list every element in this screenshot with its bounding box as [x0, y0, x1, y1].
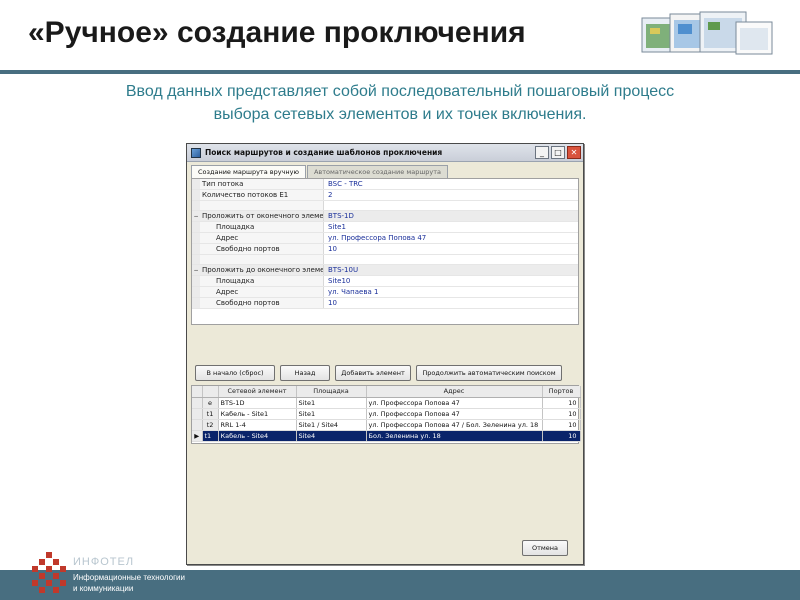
- property-value[interactable]: BTS-1D: [324, 211, 578, 221]
- column-header[interactable]: Адрес: [366, 386, 543, 398]
- property-row-from-free-ports[interactable]: Свободно портов 10: [192, 244, 578, 255]
- continue-auto-search-button[interactable]: Продолжить автоматическим поиском: [416, 365, 562, 381]
- property-row-from-address[interactable]: Адрес ул. Профессора Попова 47: [192, 233, 578, 244]
- screenshots-thumbnail-icon: [641, 11, 773, 55]
- property-row-from-site[interactable]: Площадка Site1: [192, 222, 578, 233]
- property-label: Площадка: [200, 222, 324, 232]
- column-header[interactable]: Портов: [542, 386, 581, 398]
- table-row[interactable]: t1 Кабель - Site1 Site1 ул. Профессора П…: [192, 408, 581, 420]
- cell-element[interactable]: Кабель - Site1: [218, 408, 297, 420]
- brand-tagline: Информационные технологии и коммуникации: [73, 573, 185, 593]
- add-element-button[interactable]: Добавить элемент: [335, 365, 411, 381]
- property-label: Количество потоков E1: [200, 190, 324, 200]
- action-buttons: В начало (сброс) Назад Добавить элемент …: [195, 365, 583, 381]
- slide-title: «Ручное» создание проключения: [28, 16, 526, 49]
- cell-element[interactable]: Кабель - Site4: [218, 430, 297, 442]
- property-label: Адрес: [200, 233, 324, 243]
- brand-name: ИНФОТЕЛ: [73, 556, 135, 568]
- properties-panel: Тип потока BSC - TRC Количество потоков …: [191, 178, 579, 325]
- property-value[interactable]: Site1: [324, 222, 578, 232]
- route-elements-table: Сетевой элемент Площадка Адрес Портов e …: [191, 385, 581, 444]
- back-button[interactable]: Назад: [280, 365, 330, 381]
- property-group-from[interactable]: − Проложить от оконечного элемент BTS-1D: [192, 211, 578, 222]
- tab-auto-route[interactable]: Автоматическое создание маршрута: [306, 165, 449, 178]
- cell-address[interactable]: ул. Профессора Попова 47: [366, 397, 543, 409]
- property-value[interactable]: ул. Чапаева 1: [324, 287, 578, 297]
- property-label: Проложить до оконечного элемент: [200, 265, 324, 275]
- cell-site[interactable]: Site1: [296, 408, 367, 420]
- row-type: t2: [202, 419, 219, 431]
- table-row[interactable]: e BTS-1D Site1 ул. Профессора Попова 47 …: [192, 397, 581, 409]
- cell-site[interactable]: Site1: [296, 397, 367, 409]
- cell-site[interactable]: Site1 / Site4: [296, 419, 367, 431]
- cell-ports[interactable]: 10: [542, 430, 581, 442]
- cell-address[interactable]: ул. Профессора Попова 47: [366, 408, 543, 420]
- row-type: t1: [202, 430, 219, 442]
- row-marker: [192, 397, 203, 409]
- slide-subtitle: Ввод данных представляет собой последова…: [40, 80, 760, 126]
- row-type: t1: [202, 408, 219, 420]
- property-label: Тип потока: [200, 179, 324, 189]
- property-value[interactable]: BSC - TRC: [324, 179, 578, 189]
- property-row-to-free-ports[interactable]: Свободно портов 10: [192, 298, 578, 309]
- cell-site[interactable]: Site4: [296, 430, 367, 442]
- table-header-row: Сетевой элемент Площадка Адрес Портов: [192, 386, 581, 398]
- dialog-tabs: Создание маршрута вручную Автоматическое…: [191, 165, 583, 178]
- row-type: e: [202, 397, 219, 409]
- cell-address[interactable]: Бол. Зеленина ул. 18: [366, 430, 543, 442]
- close-button[interactable]: ✕: [567, 146, 581, 159]
- property-row-stream-type[interactable]: Тип потока BSC - TRC: [192, 179, 578, 190]
- app-icon: [191, 147, 201, 158]
- collapse-toggle-icon[interactable]: −: [192, 265, 200, 275]
- column-header[interactable]: Площадка: [296, 386, 367, 398]
- property-value[interactable]: Site10: [324, 276, 578, 286]
- property-label: Адрес: [200, 287, 324, 297]
- table-row[interactable]: t2 RRL 1-4 Site1 / Site4 ул. Профессора …: [192, 419, 581, 431]
- property-value[interactable]: 10: [324, 244, 578, 254]
- property-value[interactable]: 2: [324, 190, 578, 200]
- property-label: Свободно портов: [200, 244, 324, 254]
- property-row-stream-count[interactable]: Количество потоков E1 2: [192, 190, 578, 201]
- property-row-to-address[interactable]: Адрес ул. Чапаева 1: [192, 287, 578, 298]
- cell-ports[interactable]: 10: [542, 419, 581, 431]
- tab-manual-route[interactable]: Создание маршрута вручную: [191, 165, 306, 178]
- dialog-title: Поиск маршрутов и создание шаблонов прок…: [205, 148, 443, 157]
- property-group-to[interactable]: − Проложить до оконечного элемент BTS-10…: [192, 265, 578, 276]
- cell-element[interactable]: RRL 1-4: [218, 419, 297, 431]
- dialog-titlebar[interactable]: Поиск маршрутов и создание шаблонов прок…: [187, 144, 583, 162]
- cell-address[interactable]: ул. Профессора Попова 47 / Бол. Зеленина…: [366, 419, 543, 431]
- minimize-button[interactable]: _: [535, 146, 549, 159]
- property-value[interactable]: BTS-10U: [324, 265, 578, 275]
- row-marker: [192, 419, 203, 431]
- cell-element[interactable]: BTS-1D: [218, 397, 297, 409]
- route-search-dialog: Поиск маршрутов и создание шаблонов прок…: [186, 143, 584, 565]
- property-label: Проложить от оконечного элемент: [200, 211, 324, 221]
- collapse-toggle-icon[interactable]: −: [192, 211, 200, 221]
- property-row-to-site[interactable]: Площадка Site10: [192, 276, 578, 287]
- property-spacer: [192, 255, 578, 265]
- cancel-button[interactable]: Отмена: [522, 540, 568, 556]
- property-label: Площадка: [200, 276, 324, 286]
- row-pointer-icon: ▶: [192, 430, 203, 442]
- property-spacer: [192, 201, 578, 211]
- cell-ports[interactable]: 10: [542, 408, 581, 420]
- column-header[interactable]: Сетевой элемент: [218, 386, 297, 398]
- property-value[interactable]: 10: [324, 298, 578, 308]
- subtitle-line-1: Ввод данных представляет собой последова…: [125, 83, 675, 100]
- row-marker: [192, 408, 203, 420]
- cell-ports[interactable]: 10: [542, 397, 581, 409]
- subtitle-line-2: выбора сетевых элементов и их точек вклю…: [213, 106, 587, 123]
- maximize-button[interactable]: □: [551, 146, 565, 159]
- property-label: Свободно портов: [200, 298, 324, 308]
- property-value[interactable]: ул. Профессора Попова 47: [324, 233, 578, 243]
- table-row-selected[interactable]: ▶ t1 Кабель - Site4 Site4 Бол. Зеленина …: [192, 430, 581, 442]
- header-divider: [0, 70, 800, 74]
- reset-to-start-button[interactable]: В начало (сброс): [195, 365, 275, 381]
- infotel-logo-icon: [32, 552, 66, 593]
